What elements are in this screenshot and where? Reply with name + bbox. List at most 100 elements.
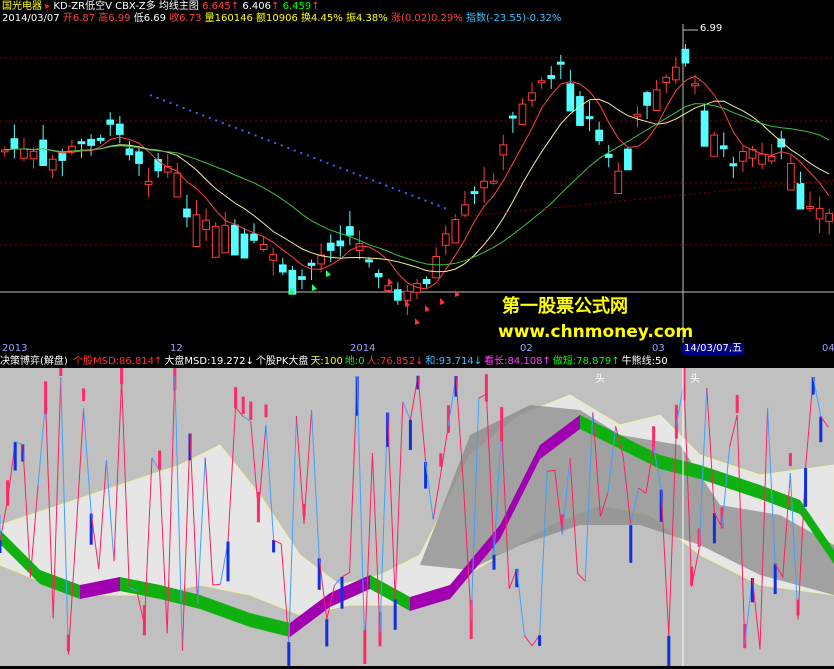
- indicator-value: 做短:78.879↑: [552, 356, 620, 367]
- indicator-name[interactable]: 决策博弈(解盘): [0, 356, 68, 367]
- indicator-bar: [264, 404, 268, 418]
- indicator-bar: [773, 563, 777, 595]
- candle-body: [489, 180, 498, 184]
- indicator-value: 和:93.714↓: [425, 356, 483, 367]
- candle-body: [259, 244, 268, 251]
- indicator-bar: [629, 525, 633, 563]
- indicator-plot[interactable]: [0, 355, 834, 669]
- candle-body: [719, 145, 728, 150]
- indicator-chart[interactable]: [0, 355, 834, 669]
- indicator-bar: [82, 388, 86, 402]
- candle-body: [68, 145, 76, 152]
- main-price-chart[interactable]: [0, 0, 834, 343]
- candle-body: [326, 242, 335, 251]
- info-high: 高6.99: [98, 13, 131, 24]
- candle-body: [125, 148, 134, 156]
- candle-body: [681, 48, 690, 64]
- signal-arrow-icon: [455, 290, 460, 297]
- candle-body: [461, 204, 469, 216]
- high-price-label: 6.99: [700, 23, 723, 34]
- candle-body: [556, 61, 565, 65]
- candle-body: [250, 233, 258, 241]
- date-label: 2013: [2, 343, 28, 354]
- candle-body: [221, 224, 230, 254]
- candle-body: [48, 158, 57, 171]
- indicator-line: [311, 409, 320, 559]
- indicator-line: [425, 461, 434, 520]
- candle-body: [29, 150, 38, 160]
- indicator-bar: [408, 419, 412, 450]
- ribbon-segment: [200, 595, 250, 627]
- candle-body: [192, 214, 201, 247]
- indicator-bar: [340, 576, 344, 609]
- candle-body: [576, 96, 584, 126]
- signal-arrow-icon: [415, 318, 420, 325]
- candle-body: [115, 123, 124, 135]
- candle-body: [671, 66, 680, 81]
- candle-body: [528, 92, 536, 101]
- candle-body: [106, 119, 115, 125]
- candle-body: [135, 151, 143, 164]
- candle-body: [403, 290, 412, 301]
- candle-body: [585, 116, 594, 120]
- indicator-line: [364, 453, 373, 651]
- indicator-line: [341, 572, 350, 578]
- candle-body: [10, 138, 19, 149]
- date-axis: 2013 12 2014 02 03 14/03/07,五 04: [0, 343, 834, 355]
- indicator-line: [751, 577, 761, 650]
- indicator-value: 大盘MSD:19.272↓: [164, 356, 254, 367]
- candle-body: [422, 279, 431, 285]
- candle-body: [77, 141, 86, 145]
- indicator-line: [812, 377, 822, 417]
- signal-arrow-icon: [326, 270, 331, 277]
- info-close: 收6.73: [169, 13, 202, 24]
- candle-body: [278, 264, 287, 273]
- candle-body: [537, 80, 546, 84]
- indicator-bar: [819, 416, 823, 443]
- indicator-bar: [492, 554, 496, 570]
- candle-body: [614, 170, 623, 195]
- indicator-line: [356, 376, 366, 651]
- candle-body: [173, 172, 182, 198]
- signal-arrow-icon: [312, 284, 317, 291]
- indicator-line: [303, 409, 313, 524]
- ma3-value: 6.459: [282, 1, 312, 12]
- candle-body: [652, 89, 661, 112]
- indicator-bar: [325, 619, 329, 647]
- candle-body: [87, 138, 95, 146]
- indicator-value: 个股PK大盘: [255, 356, 309, 367]
- arrow-icon: ▸: [45, 1, 51, 12]
- indicator-value: 人:76.852↓: [366, 356, 424, 367]
- candle-body: [432, 256, 441, 279]
- candle-body: [624, 148, 632, 171]
- indicator-bar: [424, 461, 428, 489]
- indicator-line: [577, 573, 586, 582]
- date-label: 03: [652, 343, 665, 354]
- candle-body: [269, 253, 278, 261]
- candle-body: [393, 289, 402, 301]
- trend-line: [449, 179, 834, 219]
- info-index: 指数(-23.55)-0.32%: [465, 13, 562, 24]
- indicator-value: 天:100: [310, 356, 343, 367]
- indicator-bar: [735, 394, 739, 414]
- candle-body: [662, 76, 671, 84]
- candlestick-chart[interactable]: [0, 0, 834, 343]
- candle-body: [815, 207, 824, 220]
- indicator-bar: [158, 450, 162, 470]
- candle-body: [183, 208, 191, 218]
- candle-body: [796, 182, 805, 210]
- candle-body: [365, 259, 373, 263]
- info-date: 2014/03/07: [2, 13, 60, 24]
- head-mark: 头: [595, 374, 605, 385]
- candle-body: [480, 180, 488, 189]
- indicator-line: [523, 635, 533, 647]
- candle-body: [825, 212, 834, 222]
- stock-name[interactable]: 国光电器: [2, 1, 42, 12]
- signal-arrow-icon: [425, 305, 430, 312]
- date-label: 04: [822, 343, 834, 354]
- formula-names[interactable]: KD-ZR低空V CBX-Z多 均线主图: [53, 1, 199, 12]
- indicator-bar: [13, 441, 17, 471]
- candle-body: [729, 163, 738, 167]
- signal-arrow-icon: [440, 298, 445, 305]
- candle-body: [202, 219, 210, 231]
